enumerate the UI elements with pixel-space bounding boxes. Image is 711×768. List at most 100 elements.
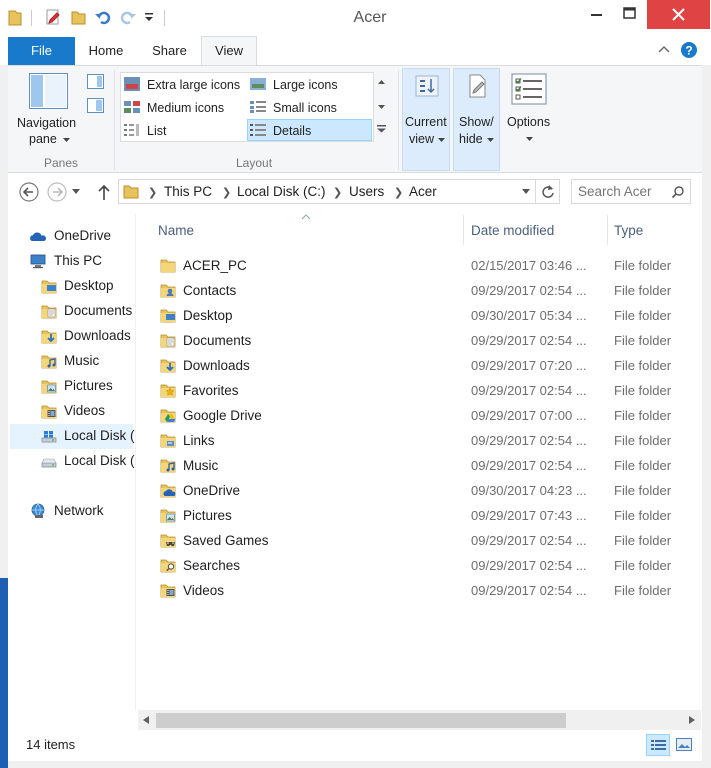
breadcrumb-local-disk[interactable]: Local Disk (C:)	[237, 184, 326, 199]
address-history-icon[interactable]	[522, 189, 530, 194]
desktop-folder-icon	[41, 280, 57, 294]
file-row[interactable]: Favorites 09/29/2017 02:54 ... File folder	[150, 380, 698, 404]
file-type: File folder	[614, 258, 672, 273]
search-input[interactable]	[578, 183, 670, 200]
tab-view[interactable]: View	[201, 36, 257, 66]
nav-item-label: Network	[54, 503, 104, 518]
layout-expand-icon[interactable]	[377, 125, 386, 133]
breadcrumb-chevron-icon[interactable]: ❯	[394, 186, 403, 199]
large-icons-icon	[250, 78, 266, 90]
file-row[interactable]: Google Drive 09/29/2017 07:00 ... File fol…	[150, 405, 698, 429]
large-icons-view-icon[interactable]	[676, 738, 692, 751]
file-row[interactable]: Pictures 09/29/2017 07:43 ... File folder	[150, 505, 698, 529]
onedrive-folder-icon	[160, 484, 176, 498]
close-button[interactable]	[647, 0, 710, 29]
file-row[interactable]: Desktop 09/30/2017 05:34 ... File folder	[150, 305, 698, 329]
breadcrumb-users[interactable]: Users	[349, 184, 384, 199]
breadcrumb-chevron-icon[interactable]: ❯	[333, 186, 342, 199]
chevron-down-icon	[63, 138, 70, 142]
file-row[interactable]: Searches 09/29/2017 02:54 ... File folder	[150, 555, 698, 579]
svg-text:?: ?	[685, 44, 692, 58]
address-bar[interactable]: ❯ This PC ❯ Local Disk (C:) ❯ Users ❯ Ac…	[118, 179, 560, 204]
breadcrumb-this-pc[interactable]: This PC	[164, 184, 212, 199]
collapse-ribbon-icon[interactable]	[658, 45, 670, 53]
file-row[interactable]: ACER_PC 02/15/2017 03:46 ... File folder	[150, 255, 698, 279]
file-row[interactable]: Videos 09/29/2017 02:54 ... File folder	[150, 580, 698, 604]
window-bottom-border	[0, 760, 711, 768]
list-icon	[124, 124, 139, 136]
file-type: File folder	[614, 358, 672, 373]
nav-item-onedrive[interactable]: OneDrive	[10, 224, 133, 248]
current-view-button[interactable]: Current view	[402, 68, 450, 171]
search-icon[interactable]	[671, 186, 684, 199]
scroll-left-icon[interactable]	[143, 716, 149, 724]
contacts-folder-icon	[160, 284, 176, 298]
pane-splitter[interactable]	[135, 214, 136, 710]
file-row[interactable]: Saved Games 09/29/2017 02:54 ... File fold…	[150, 530, 698, 554]
medium-icons-icon	[124, 101, 140, 113]
column-header-name[interactable]: Name	[158, 223, 194, 238]
nav-item-this-pc[interactable]: This PC	[10, 249, 133, 273]
column-header-date-modified[interactable]: Date modified	[471, 223, 554, 238]
tab-share[interactable]: Share	[142, 37, 197, 65]
nav-item-local-disk[interactable]: Local Disk (	[10, 449, 135, 473]
layout-large-icons[interactable]: Large icons	[273, 78, 338, 92]
forward-icon[interactable]	[47, 182, 67, 202]
nav-item-label: Music	[64, 353, 100, 368]
nav-item-desktop[interactable]: Desktop	[10, 274, 133, 298]
column-divider[interactable]	[607, 215, 608, 245]
file-name: Google Drive	[183, 408, 262, 423]
file-type: File folder	[614, 583, 672, 598]
nav-item-label: Documents	[64, 303, 133, 318]
maximize-icon[interactable]	[623, 7, 637, 21]
show-hide-button[interactable]: Show/ hide	[453, 68, 500, 171]
layout-medium-icons[interactable]: Medium icons	[147, 101, 224, 115]
scroll-right-icon[interactable]	[689, 716, 695, 724]
recent-locations-icon[interactable]	[72, 189, 80, 194]
preview-pane-icon[interactable]	[87, 74, 105, 90]
column-divider[interactable]	[463, 215, 464, 245]
nav-item-music[interactable]: Music	[10, 349, 133, 373]
nav-item-downloads[interactable]: Downloads	[10, 324, 133, 348]
details-view-button[interactable]	[646, 734, 670, 756]
back-icon[interactable]	[19, 182, 39, 202]
file-row[interactable]: Documents 09/29/2017 02:54 ... File folder	[150, 330, 698, 354]
breadcrumb-chevron-icon[interactable]: ❯	[222, 186, 231, 199]
nav-item-network[interactable]: Network	[10, 499, 133, 523]
help-icon[interactable]: ?	[681, 42, 697, 58]
breadcrumb-acer[interactable]: Acer	[409, 184, 437, 199]
column-header-type[interactable]: Type	[614, 223, 643, 238]
refresh-icon[interactable]	[541, 184, 555, 198]
details-pane-icon[interactable]	[87, 98, 105, 114]
layout-small-icons[interactable]: Small icons	[273, 101, 337, 115]
nav-item-pictures[interactable]: Pictures	[10, 374, 133, 398]
file-name: Favorites	[183, 383, 239, 398]
search-box[interactable]	[571, 179, 691, 204]
nav-item-local-disk[interactable]: Local Disk (	[10, 424, 135, 448]
layout-details[interactable]: Details	[273, 124, 311, 138]
layout-list[interactable]: List	[147, 124, 166, 138]
file-row[interactable]: Contacts 09/29/2017 02:54 ... File folder	[150, 280, 698, 304]
scrollbar-thumb[interactable]	[156, 713, 566, 728]
file-type: File folder	[614, 458, 672, 473]
file-type: File folder	[614, 508, 672, 523]
file-row[interactable]: OneDrive 09/30/2017 04:23 ... File folder	[150, 480, 698, 504]
options-button[interactable]: Options	[503, 68, 558, 171]
nav-item-documents[interactable]: Documents	[10, 299, 133, 323]
file-row[interactable]: Downloads 09/29/2017 07:20 ... File folder	[150, 355, 698, 379]
file-row[interactable]: Music 09/29/2017 02:54 ... File folder	[150, 455, 698, 479]
nav-item-videos[interactable]: Videos	[10, 399, 133, 423]
layout-scroll-up-icon[interactable]	[378, 80, 385, 84]
layout-extra-large-icons[interactable]: Extra large icons	[147, 78, 240, 92]
onedrive-icon	[30, 232, 47, 241]
title-bar[interactable]: Acer	[0, 0, 711, 37]
file-row[interactable]: Links 09/29/2017 02:54 ... File folder	[150, 430, 698, 454]
tab-file[interactable]: File	[8, 37, 75, 65]
layout-scroll-down-icon[interactable]	[378, 105, 385, 109]
file-type: File folder	[614, 533, 672, 548]
up-icon[interactable]	[97, 183, 111, 201]
videos-folder-icon	[41, 405, 57, 419]
navigation-pane-button[interactable]: Navigation pane	[14, 70, 84, 150]
tab-home[interactable]: Home	[80, 37, 132, 65]
minimize-icon[interactable]	[591, 14, 603, 16]
